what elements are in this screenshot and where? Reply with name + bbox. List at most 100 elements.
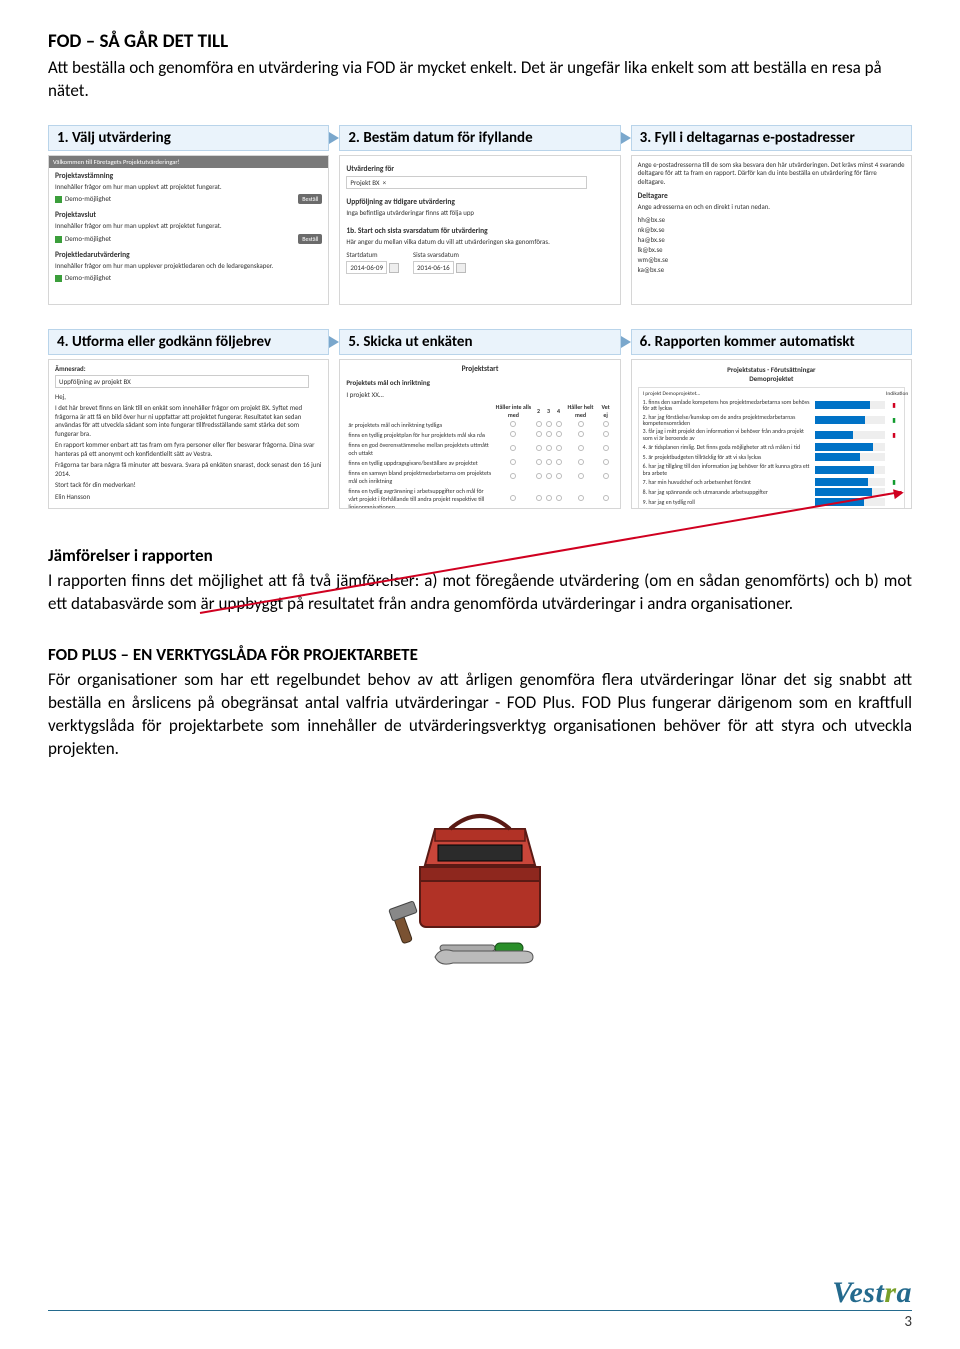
radio-input[interactable] — [510, 431, 516, 437]
radio-input[interactable] — [546, 473, 552, 479]
radio-input[interactable] — [556, 445, 562, 451]
checkbox-label: Demo-möjlighet — [65, 234, 111, 243]
checkbox-label: Demo-möjlighet — [65, 194, 111, 203]
bar-fill — [815, 498, 864, 506]
email-item: ka@bx.se — [638, 265, 905, 275]
calendar-icon[interactable] — [456, 263, 466, 273]
bar-fill — [815, 478, 868, 486]
checkbox-icon[interactable] — [55, 196, 62, 203]
end-date-input[interactable]: 2014-06-16 — [413, 261, 454, 274]
survey-lead: I projekt XX… — [346, 390, 613, 399]
email-item: nk@bx.se — [638, 225, 905, 235]
footer-rule — [48, 1310, 912, 1311]
chart-bar-row: 7. har min huvudchef och arbetsenhet för… — [643, 478, 900, 486]
bar-fill — [815, 453, 861, 461]
chart-lead: I projekt Demoprojektet… — [643, 391, 826, 397]
question-text: finns en god överensstämmelse mellan pro… — [346, 440, 493, 458]
chart-bar-row: 1. finns den samlade kompetens hos proje… — [643, 399, 900, 412]
radio-input[interactable] — [510, 445, 516, 451]
card-desc: Innehåller frågor om hur man upplever pr… — [55, 262, 322, 270]
checkbox-label: Demo-möjlighet — [65, 273, 111, 282]
radio-input[interactable] — [546, 431, 552, 437]
radio-input[interactable] — [536, 473, 542, 479]
radio-input[interactable] — [546, 459, 552, 465]
step-label: 3. Fyll i deltagarnas e-postadresser — [640, 129, 855, 147]
order-button[interactable]: Beställ — [298, 194, 322, 204]
radio-input[interactable] — [578, 431, 584, 437]
radio-input[interactable] — [578, 445, 584, 451]
arrow-icon — [329, 336, 339, 348]
email-list: hh@bx.se nk@bx.se ha@bx.se lk@bx.se wm@b… — [638, 215, 905, 275]
col-header: 4 — [554, 402, 564, 420]
report-chart: I projekt Demoprojektet… Indikation 1. fi… — [638, 387, 905, 509]
chart-bar-row: 4. är tidsplanen rimlig. Det finns goda … — [643, 443, 900, 451]
indicator-mark: ▮ — [888, 478, 900, 486]
vestra-logo: Vestra — [832, 1276, 912, 1310]
radio-input[interactable] — [603, 459, 609, 465]
screenshot-step-2: Utvärdering för Projekt BX × Uppföljning… — [339, 155, 620, 305]
chart-bar-row: 8. har jag spännande och utmanande arbet… — [643, 488, 900, 496]
radio-input[interactable] — [578, 459, 584, 465]
start-date-input[interactable]: 2014-06-09 — [346, 261, 387, 274]
radio-input[interactable] — [546, 421, 552, 427]
step-label: 6. Rapporten kommer automatiskt — [640, 333, 855, 351]
checkbox-icon[interactable] — [55, 236, 62, 243]
radio-input[interactable] — [536, 421, 542, 427]
survey-section: Projektets mål och inriktning — [346, 378, 613, 387]
card-title: Projektavslut — [55, 211, 322, 220]
step-5: 5. Skicka ut enkäten — [339, 329, 620, 355]
subject-input[interactable]: Uppföljning av projekt BX — [55, 375, 309, 388]
screenshot-step-1: Välkommen till Företagets Projektutvärde… — [48, 155, 329, 305]
indicator-header: Indikation — [886, 391, 900, 397]
radio-input[interactable] — [578, 473, 584, 479]
indicator-mark: ▮ — [888, 401, 900, 409]
radio-input[interactable] — [536, 445, 542, 451]
radio-input[interactable] — [578, 495, 584, 501]
email-item: ha@bx.se — [638, 235, 905, 245]
radio-input[interactable] — [603, 421, 609, 427]
calendar-icon[interactable] — [389, 263, 399, 273]
order-button[interactable]: Beställ — [298, 234, 322, 244]
bar-fill — [815, 401, 870, 409]
radio-input[interactable] — [578, 421, 584, 427]
step-6: 6. Rapporten kommer automatiskt — [631, 329, 912, 355]
question-text: finns en tydlig projektplan för hur proj… — [346, 430, 493, 440]
col-header: Håller helt med — [564, 402, 598, 420]
radio-input[interactable] — [603, 445, 609, 451]
bar-fill — [815, 443, 873, 451]
step-1: 1. Välj utvärdering — [48, 125, 329, 151]
project-input[interactable]: Projekt BX × — [346, 176, 587, 189]
radio-input[interactable] — [556, 459, 562, 465]
chart-bar-row: 3. får jag i mitt projekt den informatio… — [643, 428, 900, 441]
question-text: finns en tydlig avgränsning i arbetsuppg… — [346, 486, 493, 509]
radio-input[interactable] — [510, 473, 516, 479]
radio-input[interactable] — [556, 473, 562, 479]
radio-input[interactable] — [556, 495, 562, 501]
question-text: finns en tydlig uppdragsgivare/beställar… — [346, 458, 493, 468]
bar-fill — [815, 466, 875, 474]
radio-input[interactable] — [510, 421, 516, 427]
screenshot-step-4: Ämnesrad: Uppföljning av projekt BX Hej,… — [48, 359, 329, 509]
radio-input[interactable] — [603, 473, 609, 479]
radio-input[interactable] — [546, 445, 552, 451]
radio-input[interactable] — [603, 431, 609, 437]
section-paragraph: I rapporten finns det möjlighet att få t… — [48, 570, 912, 616]
letter-body: Frågorna tar bara några få minuter att b… — [55, 461, 322, 478]
radio-input[interactable] — [603, 495, 609, 501]
dates-title: 1b. Start och sista svarsdatum för utvär… — [346, 227, 613, 236]
input-value: Projekt BX — [350, 178, 379, 187]
instructions-text: Ange e-postadresserna till de som ska be… — [638, 161, 905, 186]
letter-body: En rapport kommer enbart att tas fram om… — [55, 441, 322, 458]
radio-input[interactable] — [510, 459, 516, 465]
question-text: finns en samsyn bland projektmedarbetarn… — [346, 468, 493, 486]
radio-input[interactable] — [510, 495, 516, 501]
radio-input[interactable] — [536, 495, 542, 501]
checkbox-icon[interactable] — [55, 275, 62, 282]
radio-input[interactable] — [536, 431, 542, 437]
field-label: Utvärdering för — [346, 165, 613, 174]
radio-input[interactable] — [536, 459, 542, 465]
radio-input[interactable] — [556, 431, 562, 437]
radio-input[interactable] — [556, 421, 562, 427]
radio-input[interactable] — [546, 495, 552, 501]
bar-label: 5. är projektbudgeten tillräcklig för at… — [643, 454, 815, 460]
